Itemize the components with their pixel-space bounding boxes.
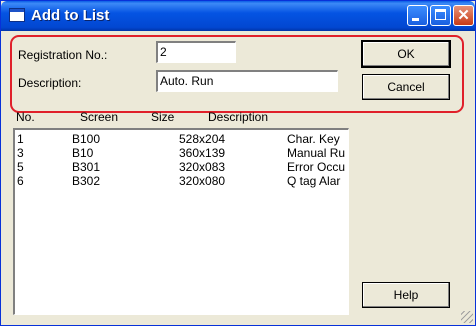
- column-header-no: No.: [16, 110, 35, 124]
- column-header-description: Description: [208, 110, 269, 124]
- registration-label: Registration No.:: [18, 48, 108, 62]
- registration-field[interactable]: 2: [156, 41, 236, 63]
- list-item-size: 528x204: [179, 132, 226, 146]
- resize-grip[interactable]: [461, 311, 473, 323]
- list-item-size: 320x083: [179, 160, 226, 174]
- list-item-description: Q tag Alar: [287, 174, 341, 188]
- list-item[interactable]: 1 B100 528x204 Char. Key: [15, 132, 347, 146]
- list-item[interactable]: 5 B301 320x083 Error Occu: [15, 160, 347, 174]
- ok-label: OK: [397, 47, 415, 61]
- list-item-size: 320x080: [179, 174, 226, 188]
- list-item-screen: B10: [72, 146, 94, 160]
- list-item-screen: B302: [72, 174, 101, 188]
- screen-list[interactable]: 1 B100 528x204 Char. Key 3 B10 360x139 M…: [13, 128, 349, 315]
- title-bar[interactable]: Add to List ✕: [1, 1, 475, 31]
- column-header-screen: Screen: [80, 110, 119, 124]
- window-icon: [9, 8, 25, 22]
- cancel-label: Cancel: [387, 80, 425, 94]
- list-item-no: 5: [17, 160, 24, 174]
- description-field[interactable]: Auto. Run: [156, 70, 338, 92]
- ok-button[interactable]: OK: [361, 40, 451, 68]
- list-item-no: 1: [17, 132, 24, 146]
- list-item-description: Manual Ru: [287, 146, 346, 160]
- dialog-window: Add to List ✕ Registration No.: 2 Descri…: [0, 0, 476, 326]
- maximize-icon: [435, 9, 446, 20]
- minimize-icon: [412, 18, 419, 21]
- list-item-description: Char. Key: [287, 132, 340, 146]
- close-icon: ✕: [457, 7, 470, 24]
- list-item-screen: B100: [72, 132, 101, 146]
- list-item-no: 6: [17, 174, 24, 188]
- list-item-description: Error Occu: [287, 160, 346, 174]
- close-button[interactable]: ✕: [453, 5, 474, 26]
- list-item-size: 360x139: [179, 146, 226, 160]
- maximize-button[interactable]: [430, 5, 451, 26]
- help-label: Help: [393, 288, 419, 302]
- list-item-no: 3: [17, 146, 24, 160]
- list-item[interactable]: 6 B302 320x080 Q tag Alar: [15, 174, 347, 188]
- minimize-button[interactable]: [407, 5, 428, 26]
- list-item-screen: B301: [72, 160, 101, 174]
- help-button[interactable]: Help: [362, 282, 450, 308]
- window-title: Add to List: [31, 7, 110, 24]
- cancel-button[interactable]: Cancel: [362, 74, 450, 100]
- list-item[interactable]: 3 B10 360x139 Manual Ru: [15, 146, 347, 160]
- column-header-size: Size: [151, 110, 175, 124]
- description-label: Description:: [18, 76, 82, 90]
